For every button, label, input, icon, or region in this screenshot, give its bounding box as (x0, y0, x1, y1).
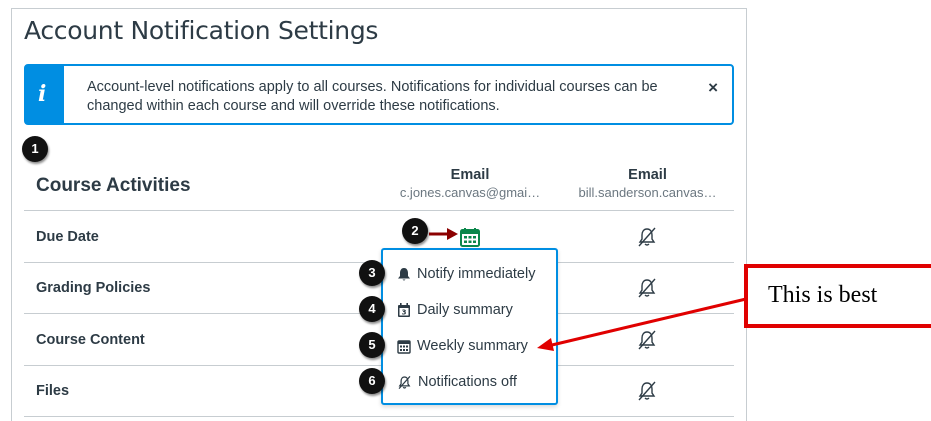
arrow-head (447, 228, 458, 240)
annotation-arrows (429, 228, 747, 351)
arrow-head (537, 338, 554, 351)
arrow-to-weekly-summary (551, 297, 747, 347)
callout-box: This is best (744, 264, 931, 328)
callout-text: This is best (768, 282, 878, 308)
